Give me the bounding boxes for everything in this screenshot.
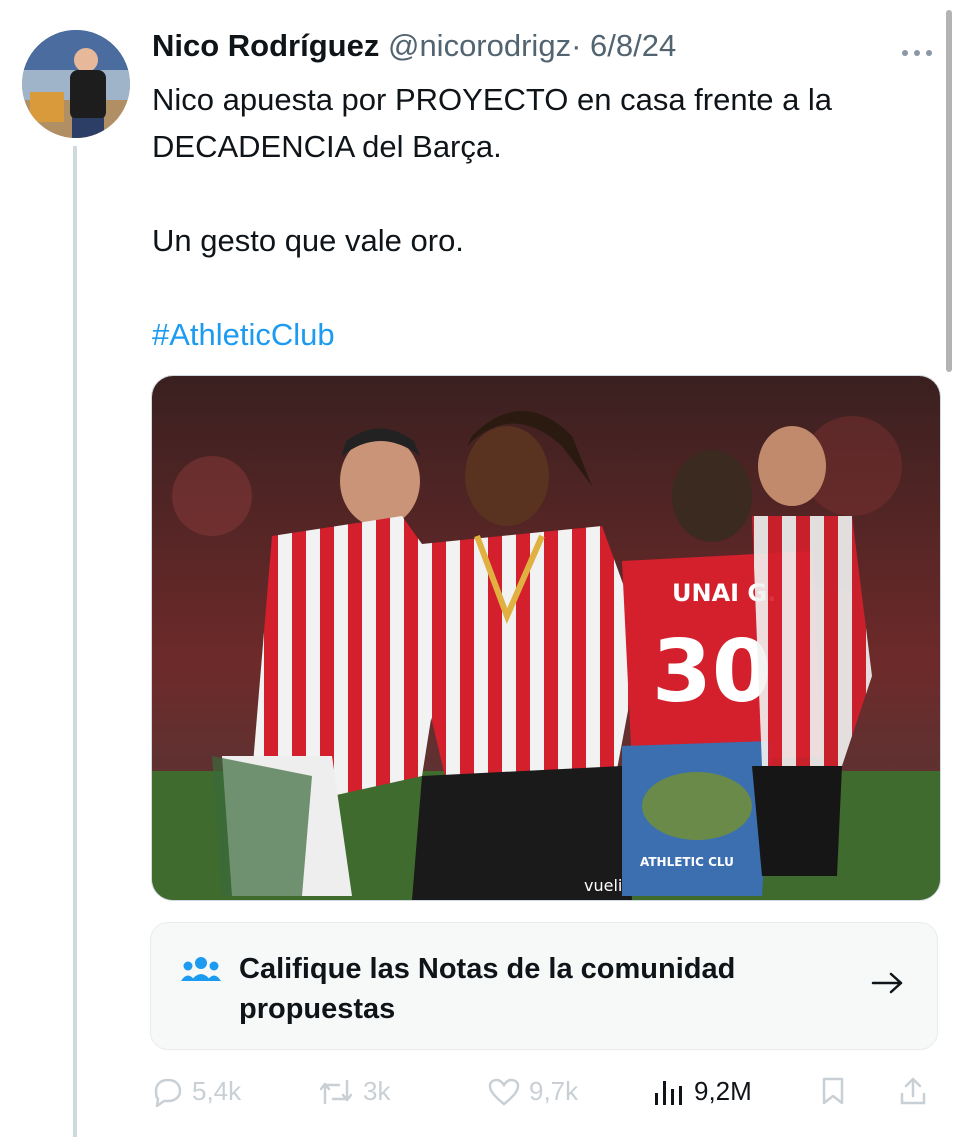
community-notes-label: Califique las Notas de la comunidad prop… xyxy=(239,953,736,1025)
repost-count: 3k xyxy=(363,1076,391,1106)
views-count: 9,2M xyxy=(694,1076,752,1106)
share-button[interactable] xyxy=(898,1076,936,1106)
football-celebration-image: vueling UNAI G. 30 ATHLETIC CLU xyxy=(152,376,940,900)
tweet-text: Nico apuesta por PROYECTO en casa frente… xyxy=(152,76,932,358)
heart-icon xyxy=(488,1078,520,1106)
avatar[interactable] xyxy=(22,30,130,138)
tweet-date[interactable]: 6/8/24 xyxy=(590,28,676,63)
like-button[interactable]: 9,7k xyxy=(487,1076,578,1107)
author-handle[interactable]: @nicorodrigz xyxy=(388,28,571,63)
hashtag-link[interactable]: #AthleticClub xyxy=(152,311,932,358)
like-count: 9,7k xyxy=(529,1076,579,1106)
reply-icon xyxy=(154,1078,182,1107)
tweet-text-line: Nico apuesta por PROYECTO en casa frente… xyxy=(152,82,833,164)
tweet-header: Nico Rodríguez @nicorodrigz· 6/8/24 xyxy=(152,28,676,64)
views-chart-icon xyxy=(655,1080,682,1105)
thread-line xyxy=(73,146,77,1137)
tweet-actions: 5,4k 3k 9,7k 9,2M xyxy=(152,1070,942,1120)
arrow-right-icon xyxy=(871,965,905,1004)
repost-icon xyxy=(319,1079,353,1104)
scrollbar[interactable] xyxy=(946,10,952,372)
bookmark-button[interactable] xyxy=(820,1076,854,1106)
bookmark-icon xyxy=(822,1077,844,1105)
tweet-text-line: Un gesto que vale oro. xyxy=(152,223,464,258)
tweet-photo[interactable]: vueling UNAI G. 30 ATHLETIC CLU xyxy=(151,375,941,901)
jersey-number-text: 30 xyxy=(652,622,772,722)
reply-count: 5,4k xyxy=(192,1076,242,1106)
reply-button[interactable]: 5,4k xyxy=(152,1076,241,1107)
people-icon xyxy=(181,955,221,990)
repost-button[interactable]: 3k xyxy=(317,1076,390,1107)
more-horizontal-icon[interactable] xyxy=(900,32,934,66)
avatar-photo xyxy=(22,30,130,138)
views-button[interactable]: 9,2M xyxy=(652,1076,752,1107)
separator-dot: · xyxy=(571,28,582,63)
flag-text: ATHLETIC CLU xyxy=(640,855,734,869)
author-name[interactable]: Nico Rodríguez xyxy=(152,28,379,63)
share-icon xyxy=(900,1077,926,1105)
community-notes-prompt[interactable]: Califique las Notas de la comunidad prop… xyxy=(150,922,938,1050)
